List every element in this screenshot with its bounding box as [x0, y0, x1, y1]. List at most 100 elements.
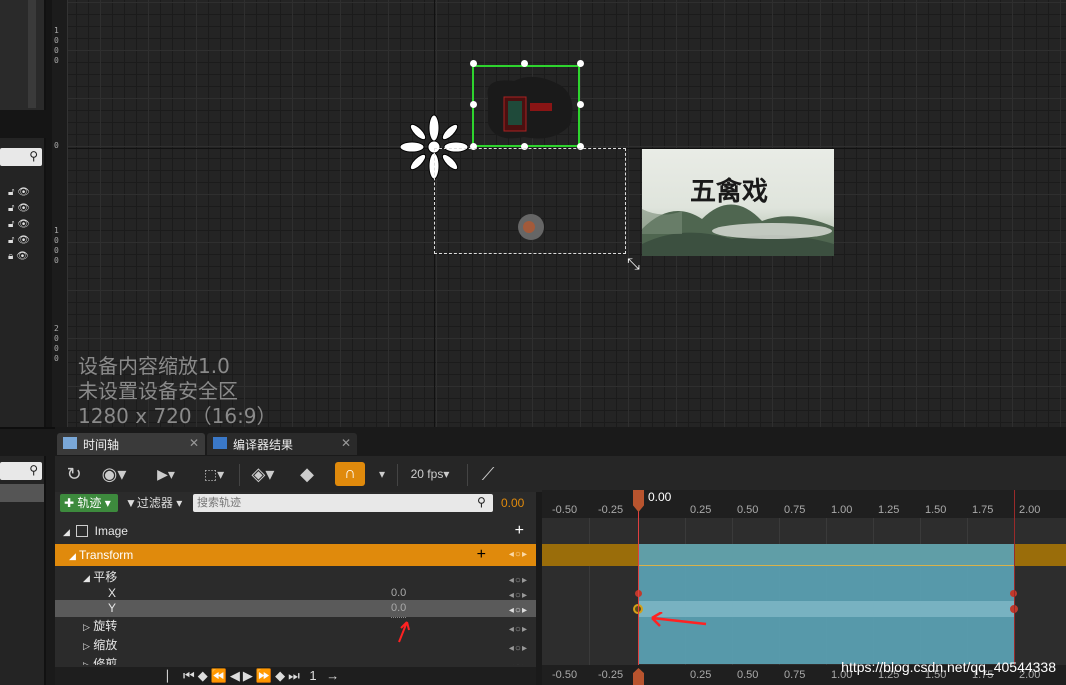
fps-selector[interactable]: 20 fps▾ — [405, 462, 455, 486]
scrollbar[interactable] — [28, 0, 36, 108]
compiler-tab-icon — [213, 437, 227, 449]
time-tick-label: 1.00 — [831, 504, 853, 516]
close-icon[interactable]: ✕ — [189, 436, 199, 450]
section-outline — [638, 565, 1014, 566]
add-track-label: 轨迹 — [77, 496, 102, 510]
collapse-arrow-icon[interactable]: ◢ — [69, 551, 76, 561]
search-icon[interactable]: ⚲ — [29, 149, 38, 163]
selected-image-widget[interactable] — [472, 65, 580, 147]
time-tick-label: 1.25 — [878, 504, 900, 516]
snap-magnet-icon[interactable]: ∩ — [335, 462, 365, 486]
ruler-label: 0 — [54, 246, 59, 255]
add-icon[interactable]: + — [515, 520, 524, 542]
lock-icon[interactable]: 🔒︎ — [8, 251, 13, 262]
tab-compiler-results[interactable]: 编译器结果 ✕ — [207, 433, 357, 455]
filter-button[interactable]: ▼过滤器 ▾ — [125, 494, 189, 512]
hierarchy-row[interactable]: 🔓︎ 👁︎ — [8, 235, 42, 247]
lock-icon[interactable]: 🔓︎ — [8, 187, 14, 198]
left-panel-top — [0, 0, 46, 110]
canvas-panel-bounds[interactable] — [434, 148, 626, 254]
hierarchy-search-input[interactable]: ⚲ — [0, 148, 42, 166]
collapse-arrow-icon[interactable]: ◢ — [83, 573, 90, 583]
track-row-y[interactable]: Y 0.0 ◂○▸ — [55, 600, 536, 618]
add-track-button[interactable]: ✚ 轨迹 ▾ — [60, 494, 118, 512]
key-dropdown-icon[interactable]: ◈▾ — [245, 462, 281, 486]
playback-controls[interactable]: ⎸⏮◆⏪◀▶⏩◆⏭ 1 → — [55, 667, 536, 685]
small-ink-image — [518, 214, 544, 240]
key-tag-icon[interactable]: ◆ — [295, 462, 319, 486]
track-search-input[interactable] — [193, 494, 493, 512]
hierarchy-row[interactable]: 🔒︎ 👁︎ — [8, 251, 42, 263]
resize-handle[interactable] — [470, 60, 477, 67]
title-art-text: 五禽戏 — [690, 177, 769, 207]
time-tick-label: 2.00 — [1019, 504, 1041, 516]
resize-handle[interactable] — [521, 60, 528, 67]
time-tick-label: -0.25 — [598, 504, 624, 516]
expand-arrow-icon[interactable]: ▷ — [83, 660, 90, 665]
resize-arrows-icon[interactable]: ⤡ — [627, 256, 640, 274]
hierarchy-row[interactable]: 🔓︎ 👁︎ — [8, 187, 42, 199]
left-search-input[interactable]: ⚲ — [0, 462, 42, 480]
eye-dropdown-icon[interactable]: ◉▾ — [97, 462, 131, 486]
track-row-transform[interactable]: ◢ Transform + ◂○▸ — [55, 544, 536, 566]
lock-icon[interactable]: 🔓︎ — [8, 219, 14, 230]
lock-icon[interactable]: 🔓︎ — [8, 203, 14, 214]
keyframe-nav-controls[interactable]: ◂○▸ — [509, 544, 528, 566]
hierarchy-row[interactable]: 🔓︎ 👁︎ — [8, 203, 42, 215]
collapse-arrow-icon[interactable]: ◢ — [63, 527, 70, 537]
close-icon[interactable]: ✕ — [341, 436, 351, 450]
eye-icon[interactable]: 👁︎ — [17, 219, 30, 230]
time-tick-label: -0.50 — [552, 669, 578, 681]
ink-splash-image — [487, 76, 573, 139]
expand-arrow-icon[interactable]: ▷ — [83, 622, 90, 632]
track-label: 旋转 — [93, 619, 118, 633]
time-tick-label: -0.50 — [552, 504, 578, 516]
left-list-item[interactable] — [0, 484, 44, 502]
resize-handle[interactable] — [577, 60, 584, 67]
timeline-area[interactable]: -0.50 -0.25 0.25 0.50 0.75 1.00 1.25 1.5… — [542, 490, 1066, 685]
selection-dropdown-icon[interactable]: ⬚▾ — [197, 462, 231, 486]
track-row-shear[interactable]: ▷ 修剪 ◂○▸ — [55, 655, 536, 665]
ruler-label: 0 — [54, 36, 59, 45]
time-tick-label: 1.50 — [925, 504, 947, 516]
ruler-label: 0 — [54, 354, 59, 363]
expand-arrow-icon[interactable]: ▷ — [83, 641, 90, 651]
resize-handle[interactable] — [470, 101, 477, 108]
tab-timeline[interactable]: 时间轴 ✕ — [57, 433, 205, 455]
watermark-text: https://blog.csdn.net/qq_40544338 — [841, 659, 1056, 675]
lock-icon[interactable]: 🔓︎ — [8, 235, 14, 246]
track-list-panel: ✚ 轨迹 ▾ ▼过滤器 ▾ ⚲ 0.00 ◢ Image + ◢ Transfo… — [55, 492, 536, 685]
end-marker[interactable] — [1014, 490, 1015, 685]
time-tick-label: -0.25 — [598, 669, 624, 681]
left-panel-bottom: ⚲ — [0, 456, 46, 685]
track-row-scale[interactable]: ▷ 缩放 ◂○▸ — [55, 636, 536, 655]
eye-icon[interactable]: 👁︎ — [16, 251, 29, 262]
y-value-field[interactable]: 0.0 — [391, 600, 407, 618]
time-tick-label: 0.75 — [784, 669, 806, 681]
track-label: 缩放 — [93, 638, 118, 652]
tab-label: 时间轴 — [83, 438, 120, 452]
track-row-image[interactable]: ◢ Image + — [55, 520, 536, 542]
hierarchy-row[interactable]: 🔓︎ 👁︎ — [8, 219, 42, 231]
resize-handle[interactable] — [577, 101, 584, 108]
loop-icon[interactable]: ↻ — [63, 462, 85, 486]
eye-icon[interactable]: 👁︎ — [17, 203, 30, 214]
eye-icon[interactable]: 👁︎ — [17, 187, 30, 198]
search-icon[interactable]: ⚲ — [29, 463, 38, 477]
loop-arrow-icon[interactable]: → — [326, 668, 342, 683]
resolution-label: 1280 x 720（16:9） — [78, 404, 277, 428]
filter-label: 过滤器 — [136, 496, 173, 510]
snap-dropdown-icon[interactable]: ▾ — [373, 462, 391, 486]
tab-label: 编译器结果 — [233, 438, 294, 452]
eye-icon[interactable]: 👁︎ — [17, 235, 30, 246]
add-icon[interactable]: + — [477, 544, 486, 566]
track-label: 平移 — [93, 570, 118, 584]
time-tick-label: 0.50 — [737, 669, 759, 681]
play-dropdown-icon[interactable]: ▶▾ — [151, 462, 181, 486]
keyframe-nav-controls[interactable]: ◂○▸ — [509, 658, 528, 665]
title-art-image[interactable]: 五禽戏 — [642, 149, 834, 256]
search-icon[interactable]: ⚲ — [477, 495, 486, 509]
track-row-rotation[interactable]: ▷ 旋转 ◂○▸ — [55, 617, 536, 636]
playback-buttons-icon[interactable]: ⎸⏮◆⏪◀▶⏩◆⏭ — [167, 668, 303, 683]
curve-editor-icon[interactable]: ⟋ — [475, 462, 501, 486]
